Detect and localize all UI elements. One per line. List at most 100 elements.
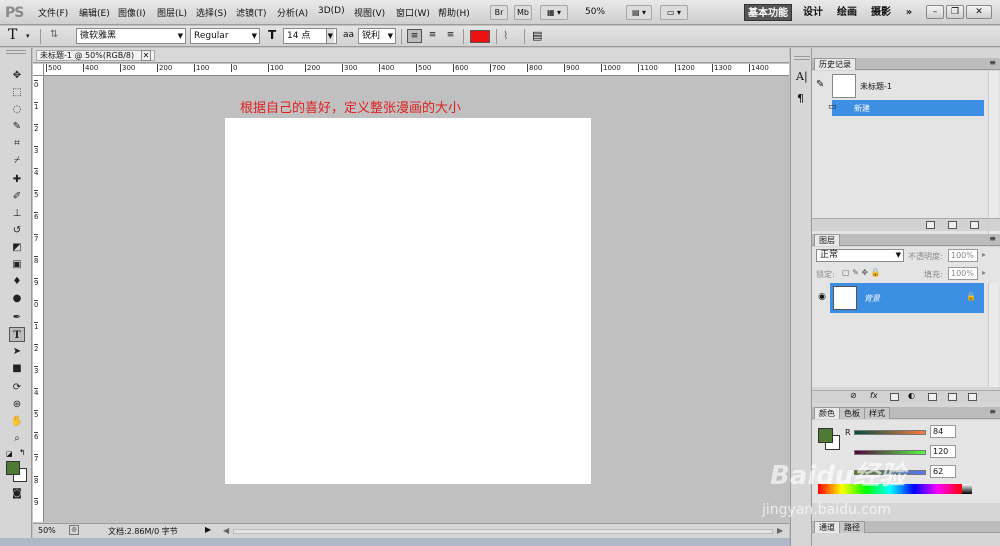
3d-rotate-tool-icon[interactable]: ⟳: [9, 380, 25, 395]
brush-tool-icon[interactable]: ✐: [9, 189, 25, 204]
black-white-ramp[interactable]: [962, 484, 972, 494]
color-panel-foreground-swatch[interactable]: [818, 428, 833, 443]
layers-scrollbar[interactable]: [988, 283, 998, 387]
history-brush-tool-icon[interactable]: ↺: [9, 223, 25, 238]
pen-tool-icon[interactable]: ✒: [9, 310, 25, 325]
new-layer-icon[interactable]: [948, 393, 957, 401]
workspace-photography[interactable]: 摄影: [868, 4, 894, 21]
opacity-input[interactable]: 100%: [948, 249, 978, 262]
zoom-tool-icon[interactable]: ⌕: [9, 431, 25, 446]
scroll-left-icon[interactable]: ◀: [223, 526, 229, 535]
color-panel-menu-icon[interactable]: ≡: [989, 407, 996, 416]
view-extras-button[interactable]: ▦ ▾: [540, 5, 568, 20]
layers-panel-menu-icon[interactable]: ≡: [989, 234, 996, 243]
clone-stamp-tool-icon[interactable]: ⊥: [9, 206, 25, 221]
path-selection-tool-icon[interactable]: ➤: [9, 344, 25, 359]
gradient-tool-icon[interactable]: ▣: [9, 257, 25, 272]
close-icon[interactable]: ✕: [966, 5, 992, 19]
font-style-select[interactable]: Regular ▼: [190, 28, 260, 44]
menu-edit[interactable]: 编辑(E): [79, 6, 110, 19]
green-value-input[interactable]: 120: [930, 445, 956, 458]
restore-icon[interactable]: ❐: [946, 5, 964, 19]
bridge-button[interactable]: Br: [490, 5, 508, 20]
character-panel-icon[interactable]: A|: [796, 70, 808, 83]
history-panel-menu-icon[interactable]: ≡: [989, 58, 996, 67]
menu-help[interactable]: 帮助(H): [438, 6, 470, 19]
new-group-icon[interactable]: [928, 393, 937, 401]
tab-layers[interactable]: 图层: [814, 234, 840, 246]
menu-layer[interactable]: 图层(L): [157, 6, 187, 19]
opacity-arrow-icon[interactable]: ▸: [982, 250, 986, 259]
menu-view[interactable]: 视图(V): [354, 6, 385, 19]
new-snapshot-icon[interactable]: [948, 221, 957, 229]
move-tool-icon[interactable]: ✥: [9, 68, 25, 83]
swap-colors-icon[interactable]: ↰: [19, 448, 26, 457]
toggle-orientation-icon[interactable]: ⇅: [50, 29, 58, 40]
menu-filter[interactable]: 滤镜(T): [236, 6, 267, 19]
menu-window[interactable]: 窗口(W): [396, 6, 430, 19]
history-step[interactable]: ▭ 新建: [828, 100, 984, 116]
align-left-icon[interactable]: ≡: [407, 29, 422, 43]
document-canvas[interactable]: [225, 118, 591, 484]
crop-tool-icon[interactable]: ⌗: [9, 136, 25, 151]
adjustment-layer-icon[interactable]: ◐: [908, 391, 915, 400]
document-tab[interactable]: 未标题-1 @ 50%(RGB/8) ✕: [36, 50, 156, 61]
zoom-level[interactable]: 50%: [585, 7, 605, 17]
snapshot-brush-icon[interactable]: ✎: [816, 79, 824, 90]
lock-icons[interactable]: ▢ ✎ ✥ 🔒: [842, 268, 881, 277]
type-tool-icon[interactable]: T: [9, 327, 25, 342]
marquee-tool-icon[interactable]: ⬚: [9, 85, 25, 100]
workspace-design[interactable]: 设计: [800, 4, 826, 21]
character-panel-icon[interactable]: ▤: [532, 29, 542, 42]
preset-dropdown-icon[interactable]: ▾: [26, 32, 30, 40]
blend-mode-select[interactable]: 正常 ▼: [816, 249, 904, 262]
tab-channels[interactable]: 通道: [814, 521, 840, 533]
new-document-from-state-icon[interactable]: [926, 221, 935, 229]
warp-text-icon[interactable]: ⌇: [503, 29, 508, 42]
fill-input[interactable]: 100%: [948, 267, 978, 280]
type-tool-preset-icon[interactable]: T: [8, 27, 17, 43]
delete-state-icon[interactable]: [970, 221, 979, 229]
font-size-select[interactable]: 14 点 ▼: [283, 28, 337, 44]
layer-style-icon[interactable]: fx: [870, 391, 878, 400]
delete-layer-icon[interactable]: [968, 393, 977, 401]
3d-orbit-tool-icon[interactable]: ⊛: [9, 397, 25, 412]
align-center-icon[interactable]: ≡: [425, 29, 440, 43]
healing-brush-tool-icon[interactable]: ✚: [9, 172, 25, 187]
menu-analysis[interactable]: 分析(A): [277, 6, 308, 19]
menu-select[interactable]: 选择(S): [196, 6, 227, 19]
tab-color[interactable]: 颜色: [814, 407, 840, 419]
fill-arrow-icon[interactable]: ▸: [982, 268, 986, 277]
minimize-icon[interactable]: –: [926, 5, 944, 19]
status-info-icon[interactable]: ◎: [69, 525, 79, 535]
red-slider[interactable]: [854, 430, 926, 435]
layer-mask-icon[interactable]: [890, 393, 899, 401]
tab-swatches[interactable]: 色板: [839, 407, 865, 419]
dodge-tool-icon[interactable]: ●: [9, 291, 25, 306]
blur-tool-icon[interactable]: ♦: [9, 274, 25, 289]
paragraph-panel-icon[interactable]: ¶: [797, 92, 804, 105]
mini-bridge-button[interactable]: Mb: [514, 5, 532, 20]
horizontal-ruler[interactable]: 500 400 300 200 100 0 100 200 300 400 500 600 700 800…: [44, 64, 789, 76]
tab-paths[interactable]: 路径: [839, 521, 865, 533]
align-right-icon[interactable]: ≡: [443, 29, 458, 43]
workspace-painting[interactable]: 绘画: [834, 4, 860, 21]
menu-3d[interactable]: 3D(D): [318, 6, 345, 16]
foreground-color-swatch[interactable]: [6, 461, 20, 475]
menu-image[interactable]: 图像(I): [118, 6, 146, 19]
rectangle-tool-icon[interactable]: ■: [9, 361, 25, 376]
blue-value-input[interactable]: 62: [930, 465, 956, 478]
status-menu-arrow-icon[interactable]: ▶: [205, 525, 211, 534]
snapshot-label[interactable]: 未标题-1: [860, 81, 892, 92]
hand-tool-icon[interactable]: ✋: [9, 414, 25, 429]
default-colors-icon[interactable]: ◪: [6, 450, 13, 458]
layer-visibility-eye-icon[interactable]: ◉: [814, 283, 830, 313]
eyedropper-tool-icon[interactable]: ⌿: [9, 153, 25, 168]
horizontal-scrollbar[interactable]: [233, 529, 773, 534]
arrange-documents-button[interactable]: ▤ ▾: [626, 5, 652, 20]
quick-selection-tool-icon[interactable]: ✎: [9, 119, 25, 134]
workspace-essentials[interactable]: 基本功能: [744, 4, 792, 21]
more-workspaces-button[interactable]: »: [900, 4, 918, 21]
snapshot-thumbnail[interactable]: [832, 74, 856, 98]
tab-styles[interactable]: 样式: [864, 407, 890, 419]
